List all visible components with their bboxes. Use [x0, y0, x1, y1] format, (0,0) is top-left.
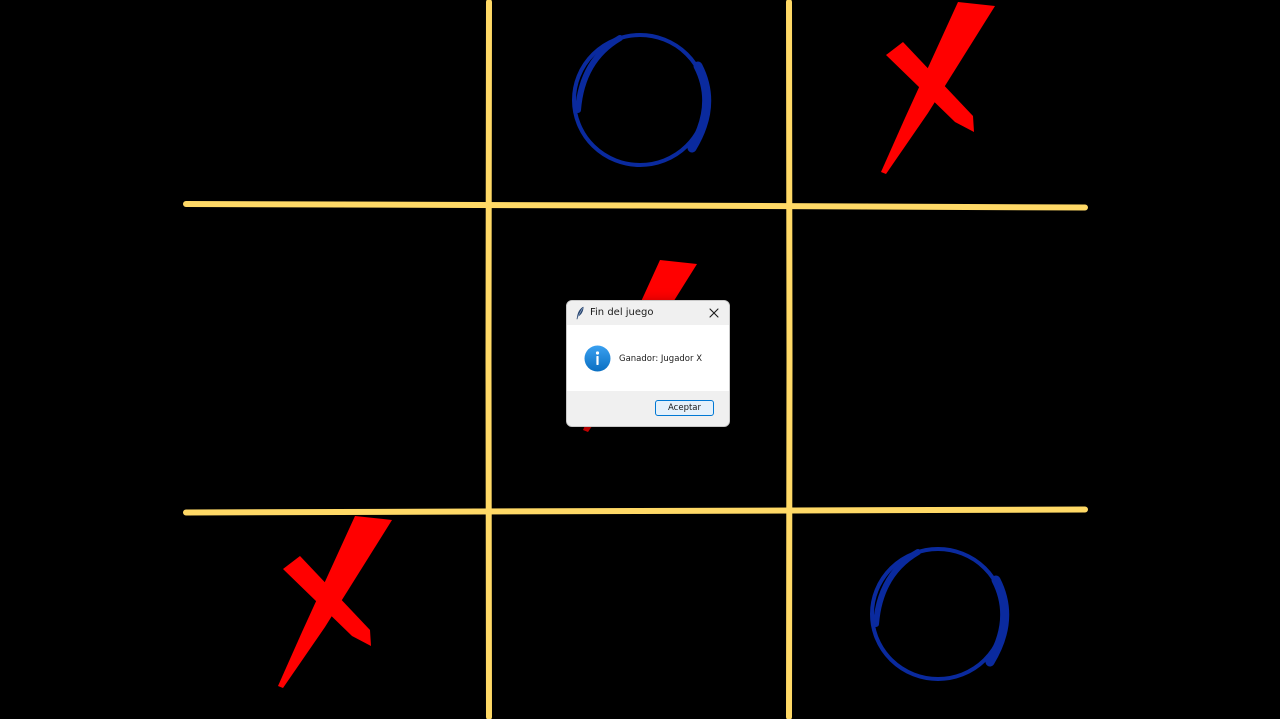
dialog-titlebar[interactable]: Fin del juego: [567, 301, 729, 325]
board-cell-1-0[interactable]: [186, 205, 489, 511]
game-over-dialog: Fin del juego Ganador: Jugador X Aceptar: [566, 300, 730, 427]
board-cell-0-0[interactable]: [186, 0, 489, 205]
board-cell-2-1[interactable]: [489, 511, 789, 719]
dialog-footer: Aceptar: [567, 391, 729, 426]
feather-icon: [576, 306, 584, 320]
board-cell-2-2[interactable]: [789, 511, 1085, 719]
ok-button[interactable]: Aceptar: [655, 400, 714, 416]
dialog-body: Ganador: Jugador X: [567, 325, 729, 391]
game-window: Fin del juego Ganador: Jugador X Aceptar: [0, 0, 1280, 719]
close-icon[interactable]: [705, 304, 723, 322]
board-cell-0-1[interactable]: [489, 0, 789, 205]
dialog-message: Ganador: Jugador X: [619, 354, 703, 364]
dialog-title: Fin del juego: [590, 307, 654, 318]
board-cell-2-0[interactable]: [186, 511, 489, 719]
board-cell-0-2[interactable]: [789, 0, 1085, 205]
board-cell-1-2[interactable]: [789, 205, 1085, 511]
info-icon: [584, 345, 611, 372]
